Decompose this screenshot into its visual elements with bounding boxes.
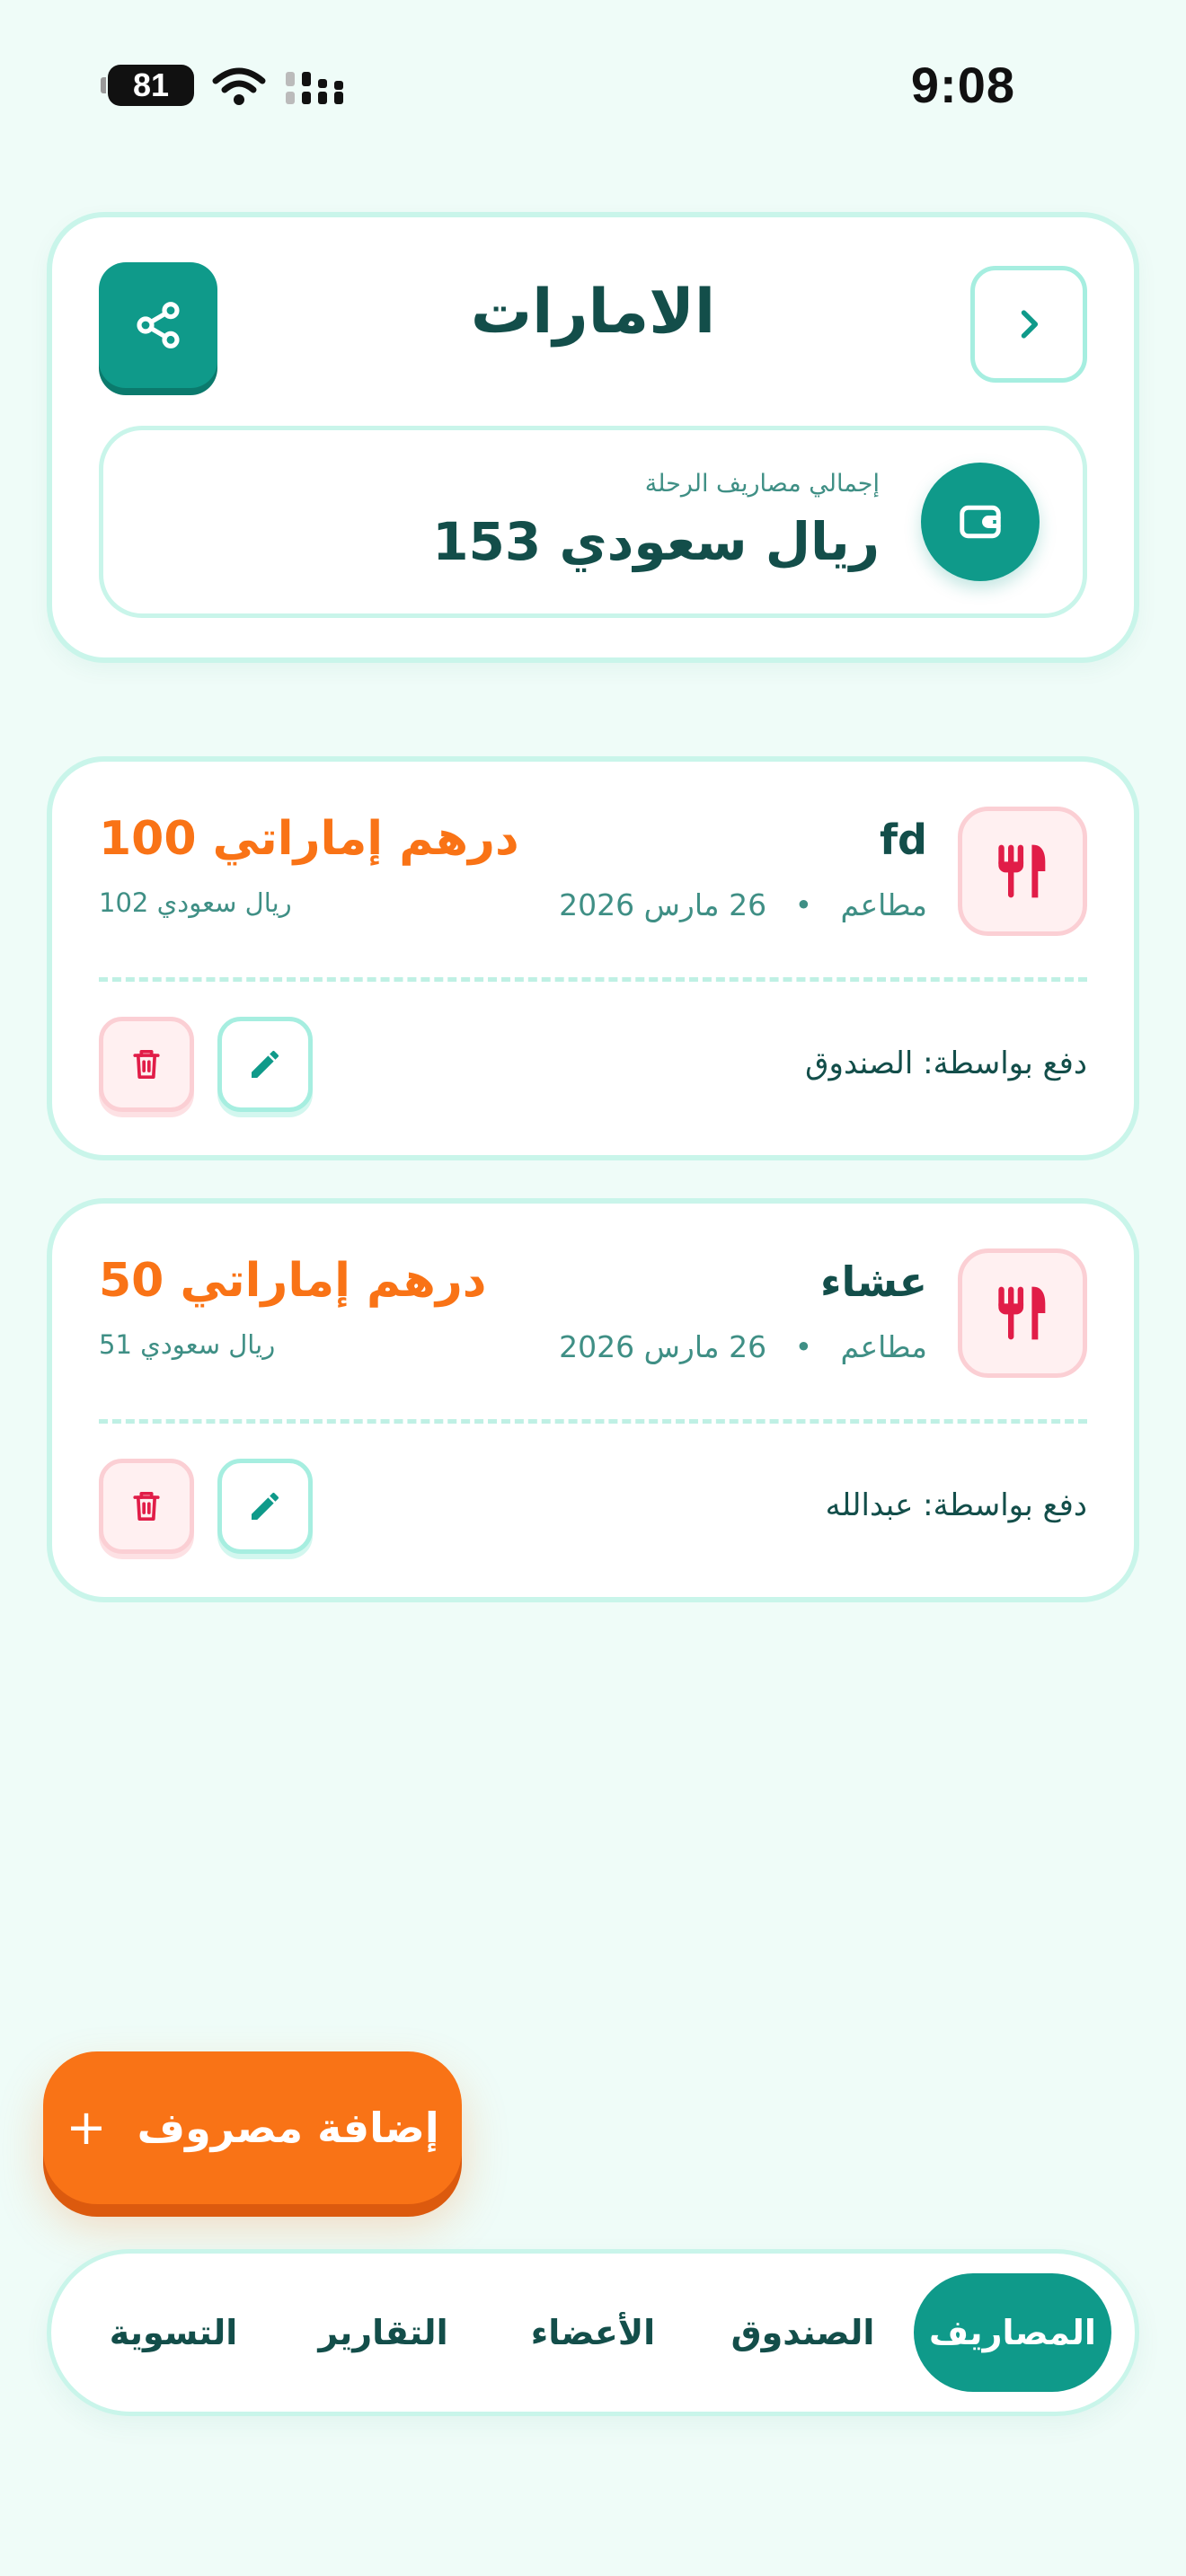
expense-card[interactable]: عشاء مطاعم • 26 مارس 2026 50 درهم إمارات… [47,1198,1139,1602]
expense-converted-amount: 51 ريال سعودي [99,1329,276,1360]
chevron-right-icon [1021,310,1039,339]
edit-expense-button[interactable] [217,1017,313,1112]
trip-title: الامارات [470,277,716,348]
expense-meta: مطاعم • 26 مارس 2026 [559,1329,927,1364]
nav-tab-reports[interactable]: التقارير [285,2273,482,2392]
trash-icon [133,1491,160,1522]
status-time: 9:08 [910,57,1015,113]
edit-expense-button[interactable] [217,1459,313,1554]
expense-amount: 100 درهم إماراتي [99,812,519,866]
expense-meta: مطاعم • 26 مارس 2026 [559,887,927,922]
battery-level: 81 [132,66,170,103]
delete-expense-button[interactable] [99,1017,194,1112]
nav-tab-expenses[interactable]: المصاريف [914,2273,1111,2392]
expense-category: مطاعم [840,887,927,922]
total-label: إجمالي مصاريف الرحلة [644,470,880,498]
battery-indicator: 81 [101,65,194,106]
pencil-icon [252,1492,279,1520]
nav-tab-members[interactable]: الأعضاء [494,2273,692,2392]
utensils-icon [998,844,1046,898]
utensils-icon [998,1286,1046,1340]
share-button[interactable] [99,262,217,388]
wallet-icon [960,505,1001,539]
divider [99,977,1087,982]
expense-category: مطاعم [840,1329,927,1364]
divider [99,1419,1087,1424]
category-badge [958,807,1087,936]
trip-total-summary: إجمالي مصاريف الرحلة 153 ريال سعودي [99,426,1087,618]
add-expense-label: إضافة مصروف [137,2104,439,2152]
expense-card[interactable]: fd مطاعم • 26 مارس 2026 100 درهم إماراتي… [47,756,1139,1160]
expense-name: عشاء [819,1257,927,1306]
bottom-navigation: المصاريف الصندوق الأعضاء التقارير التسوي… [47,2249,1139,2416]
nav-tab-fund[interactable]: الصندوق [704,2273,902,2392]
wallet-badge [921,463,1040,581]
nav-tab-settlement[interactable]: التسوية [75,2273,272,2392]
expense-date: 26 مارس 2026 [559,887,767,922]
paid-by: دفع بواسطة: عبدالله [825,1487,1087,1523]
meta-separator: • [775,887,832,922]
trash-icon [133,1049,160,1080]
status-bar: 81 9:08 [0,0,1186,171]
expense-converted-amount: 102 ريال سعودي [99,887,292,918]
trip-header-card: الامارات إجمالي مصاريف الرحلة 153 ريال س… [47,212,1139,663]
plus-icon: + [66,2099,107,2156]
total-value: 153 ريال سعودي [432,511,880,572]
paid-by: دفع بواسطة: الصندوق [805,1045,1087,1081]
expense-amount: 50 درهم إماراتي [99,1254,487,1308]
cellular-signal-icon [286,72,343,104]
add-expense-button[interactable]: إضافة مصروف + [43,2051,462,2204]
expense-date: 26 مارس 2026 [559,1329,767,1364]
meta-separator: • [775,1329,832,1364]
delete-expense-button[interactable] [99,1459,194,1554]
expense-name: fd [880,816,927,864]
share-icon [137,302,180,348]
category-badge [958,1248,1087,1378]
pencil-icon [252,1050,279,1078]
wifi-icon [212,67,266,105]
back-button[interactable] [970,266,1087,383]
